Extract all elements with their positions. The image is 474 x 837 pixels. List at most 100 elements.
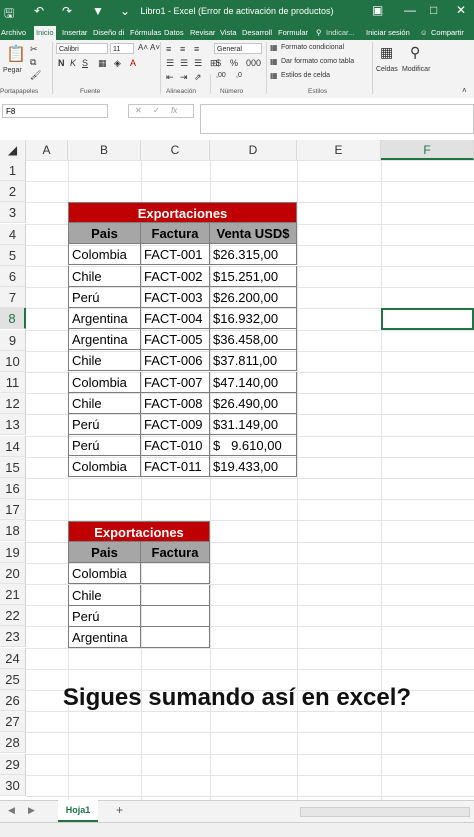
copy-icon[interactable]: ⧉: [30, 57, 36, 68]
font-size-select[interactable]: 11: [110, 43, 134, 54]
sheet-tab-hoja1[interactable]: Hoja1: [58, 800, 98, 822]
tab-formulario[interactable]: Formular: [278, 26, 308, 40]
table1-cell[interactable]: $19.433,00: [210, 456, 297, 478]
active-cell-f8[interactable]: [381, 308, 474, 330]
row-header[interactable]: 21: [0, 584, 26, 605]
borders-icon[interactable]: ▦: [98, 58, 107, 69]
row-header[interactable]: 6: [0, 266, 26, 287]
row-header[interactable]: 16: [0, 478, 26, 499]
table1-cell[interactable]: Chile: [68, 265, 141, 287]
row-header[interactable]: 4: [0, 223, 26, 245]
underline-icon[interactable]: S: [82, 58, 88, 68]
table1-cell[interactable]: $26.490,00: [210, 392, 297, 414]
column-header-d[interactable]: D: [210, 140, 297, 160]
modify-button[interactable]: Modificar: [402, 66, 430, 73]
row-header[interactable]: 15: [0, 456, 26, 478]
percent-icon[interactable]: %: [230, 58, 238, 68]
cells-button[interactable]: Celdas: [376, 66, 398, 73]
table1-cell[interactable]: Colombia: [68, 456, 141, 478]
table1-cell[interactable]: $26.315,00: [210, 244, 297, 266]
table1-header-cell[interactable]: Venta USD$: [210, 223, 297, 245]
font-color-icon[interactable]: A: [130, 58, 136, 68]
row-header[interactable]: 7: [0, 287, 26, 309]
table1-header-cell[interactable]: Pais: [68, 223, 141, 245]
conditional-format-button[interactable]: Formato condicional: [281, 44, 344, 51]
row-header[interactable]: 14: [0, 435, 26, 457]
grow-font-icon[interactable]: A˄: [138, 43, 148, 52]
decrease-decimal-icon[interactable]: ,0: [236, 72, 242, 79]
row-header[interactable]: 13: [0, 414, 26, 436]
cell-styles-icon[interactable]: ▦: [270, 71, 278, 80]
table1-cell[interactable]: Perú: [68, 435, 141, 457]
row-header[interactable]: 11: [0, 372, 26, 393]
table1-cell[interactable]: Perú: [68, 414, 141, 435]
table1-cell[interactable]: $37.811,00: [210, 350, 297, 372]
horizontal-scrollbar[interactable]: [300, 807, 470, 817]
tab-insertar[interactable]: Insertar: [62, 26, 87, 40]
paste-icon[interactable]: 📋: [6, 44, 26, 64]
column-header-c[interactable]: C: [141, 140, 210, 160]
table1-cell[interactable]: $47.140,00: [210, 371, 297, 393]
row-header[interactable]: 20: [0, 562, 26, 584]
name-box[interactable]: F8: [2, 104, 108, 118]
thousands-icon[interactable]: 000: [246, 58, 261, 68]
row-header[interactable]: 23: [0, 626, 26, 648]
table2-cell[interactable]: [141, 584, 210, 606]
table1-cell[interactable]: Argentina: [68, 308, 141, 329]
share-icon[interactable]: ☺: [420, 26, 428, 40]
select-all-corner[interactable]: ◢: [0, 140, 26, 160]
table1-cell[interactable]: Chile: [68, 350, 141, 372]
table1-cell[interactable]: FACT-011: [141, 456, 210, 478]
cells-icon[interactable]: ▦: [380, 44, 393, 61]
increase-indent-icon[interactable]: ⇥: [180, 72, 188, 83]
formula-input[interactable]: [200, 104, 474, 134]
table2-header-cell[interactable]: Pais: [68, 542, 141, 564]
table1-cell[interactable]: FACT-002: [141, 265, 210, 287]
table2-cell[interactable]: Colombia: [68, 563, 141, 585]
tab-revisar[interactable]: Revisar: [190, 26, 215, 40]
table1-cell[interactable]: FACT-008: [141, 392, 210, 414]
table1-cell[interactable]: $31.149,00: [210, 414, 297, 435]
orientation-icon[interactable]: ⇗: [194, 72, 202, 83]
decrease-indent-icon[interactable]: ⇤: [166, 72, 174, 83]
table1-cell[interactable]: FACT-004: [141, 308, 210, 329]
align-center-icon[interactable]: ☰: [180, 58, 188, 69]
format-as-table-button[interactable]: Dar formato como tabla: [281, 58, 354, 65]
table1-cell[interactable]: FACT-003: [141, 286, 210, 308]
row-header[interactable]: 2: [0, 181, 26, 203]
align-right-icon[interactable]: ☰: [194, 58, 202, 69]
table1-cell[interactable]: $15.251,00: [210, 265, 297, 287]
align-middle-icon[interactable]: ≡: [180, 44, 185, 54]
number-format-select[interactable]: General: [214, 43, 262, 54]
table2-title[interactable]: Exportaciones: [68, 521, 210, 542]
table1-header-cell[interactable]: Factura: [141, 223, 210, 245]
table2-cell[interactable]: Argentina: [68, 627, 141, 648]
table1-cell[interactable]: Argentina: [68, 329, 141, 351]
italic-icon[interactable]: K: [70, 58, 76, 68]
row-header[interactable]: 3: [0, 202, 26, 224]
tell-me-search[interactable]: Indicar...: [326, 26, 354, 40]
fill-color-icon[interactable]: ◈: [114, 58, 121, 69]
new-sheet-button[interactable]: +: [116, 803, 123, 817]
table1-cell[interactable]: FACT-009: [141, 414, 210, 435]
format-painter-icon[interactable]: 🖌: [30, 70, 41, 81]
increase-decimal-icon[interactable]: ,00: [216, 72, 226, 79]
row-header[interactable]: 29: [0, 753, 26, 775]
row-header[interactable]: 8: [0, 308, 26, 330]
tab-vista[interactable]: Vista: [220, 26, 237, 40]
table-format-icon[interactable]: ▦: [270, 57, 278, 66]
paste-button[interactable]: Pegar: [3, 67, 22, 74]
table1-cell[interactable]: $ 9.610,00: [210, 435, 297, 457]
table2-cell[interactable]: Perú: [68, 605, 141, 627]
enter-icon[interactable]: ✓: [153, 106, 160, 115]
font-name-select[interactable]: Calibri: [56, 43, 108, 54]
table1-cell[interactable]: Colombia: [68, 244, 141, 266]
row-header[interactable]: 12: [0, 393, 26, 415]
modify-icon[interactable]: ⚲: [410, 44, 420, 61]
share-button[interactable]: Compartir: [431, 26, 464, 40]
bold-icon[interactable]: N: [58, 58, 65, 68]
row-header[interactable]: 24: [0, 647, 26, 669]
table1-cell[interactable]: Chile: [68, 392, 141, 414]
table1-cell[interactable]: Colombia: [68, 371, 141, 393]
table1-cell[interactable]: FACT-006: [141, 350, 210, 372]
